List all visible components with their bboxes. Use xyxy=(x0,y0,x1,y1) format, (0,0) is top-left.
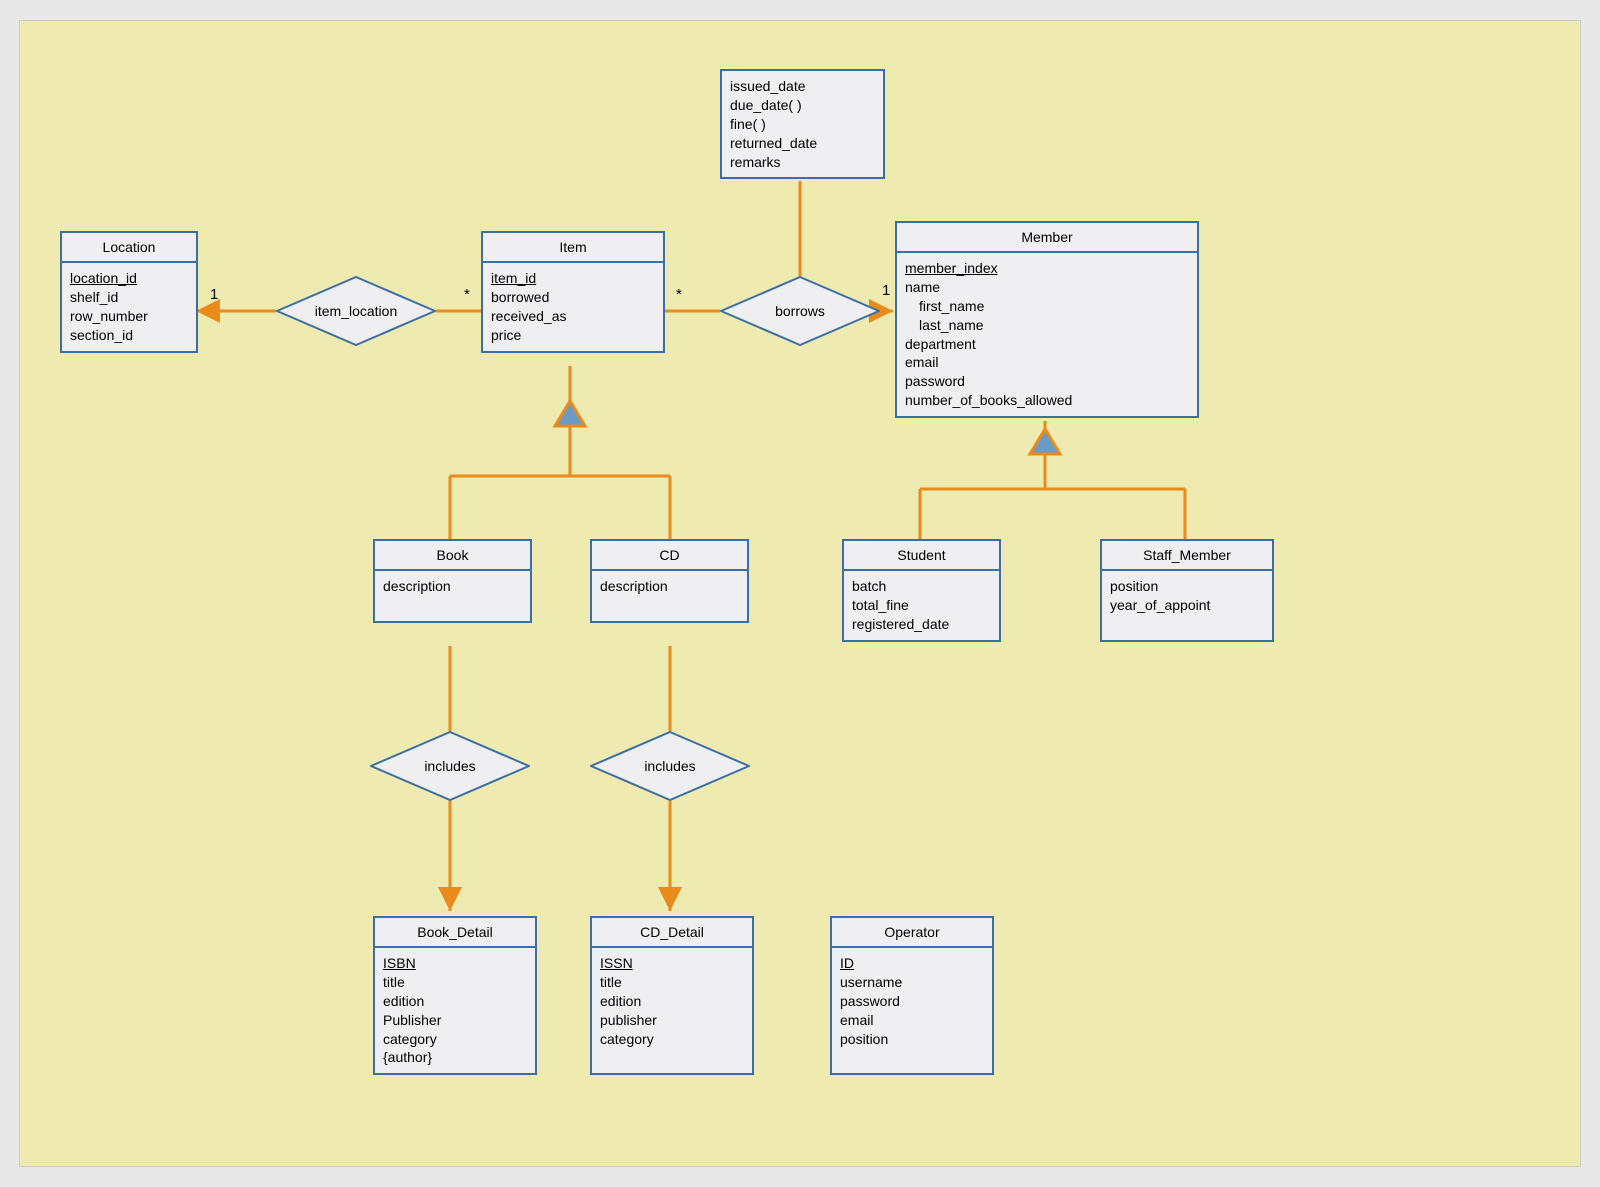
cardinality-item-right: * xyxy=(676,286,682,303)
entity-member: Member member_index name first_name last… xyxy=(895,221,1199,418)
cardinality-item-left: * xyxy=(464,286,470,303)
relation-includes-cd: includes xyxy=(590,731,750,801)
entity-cd-detail: CD_Detail ISSN title edition publisher c… xyxy=(590,916,754,1075)
cardinality-location: 1 xyxy=(210,286,218,303)
cardinality-member: 1 xyxy=(882,282,890,299)
entity-cd: CD description xyxy=(590,539,749,623)
relation-item-location: item_location xyxy=(276,276,436,346)
entity-title: Item xyxy=(483,233,663,263)
entity-body: member_index name first_name last_name d… xyxy=(897,253,1197,416)
entity-location: Location location_id shelf_id row_number… xyxy=(60,231,198,353)
entity-staff-member: Staff_Member position year_of_appoint xyxy=(1100,539,1274,642)
entity-operator: Operator ID username password email posi… xyxy=(830,916,994,1075)
entity-student: Student batch total_fine registered_date xyxy=(842,539,1001,642)
entity-body: item_id borrowed received_as price xyxy=(483,263,663,351)
attrbox-borrows: issued_date due_date( ) fine( ) returned… xyxy=(720,69,885,179)
entity-book: Book description xyxy=(373,539,532,623)
relation-borrows: borrows xyxy=(720,276,880,346)
entity-title: Location xyxy=(62,233,196,263)
entity-book-detail: Book_Detail ISBN title edition Publisher… xyxy=(373,916,537,1075)
entity-body: location_id shelf_id row_number section_… xyxy=(62,263,196,351)
connectors xyxy=(20,21,1580,1166)
er-diagram-canvas: Location location_id shelf_id row_number… xyxy=(19,20,1581,1167)
relation-includes-book: includes xyxy=(370,731,530,801)
entity-item: Item item_id borrowed received_as price xyxy=(481,231,665,353)
entity-title: Member xyxy=(897,223,1197,253)
